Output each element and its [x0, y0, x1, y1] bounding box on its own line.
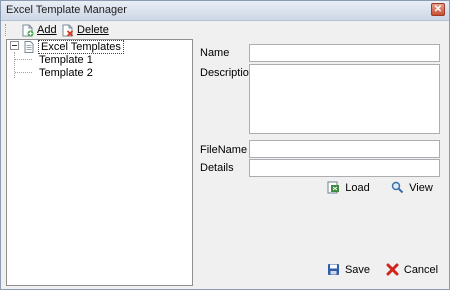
open-file-icon	[327, 181, 340, 194]
save-button[interactable]: Save	[319, 260, 378, 279]
name-field[interactable]	[249, 44, 440, 62]
tree-expander-collapse[interactable]	[10, 41, 19, 50]
filename-field[interactable]	[249, 140, 440, 158]
delete-label: Delete	[77, 24, 109, 36]
tree-root-label: Excel Templates	[38, 39, 124, 54]
floppy-disk-icon	[327, 263, 340, 276]
close-button[interactable]: ✕	[431, 3, 445, 16]
tree-connector	[15, 59, 32, 60]
tree-connector	[15, 72, 32, 73]
template-tree[interactable]: Excel Templates Template 1 Template 2	[6, 39, 193, 286]
toolbar: Add Delete	[1, 21, 449, 39]
filename-label: FileName	[200, 144, 248, 156]
description-field[interactable]	[249, 64, 440, 134]
window: Excel Template Manager ✕ Add Delete Exce…	[0, 0, 450, 290]
tree-item-label: Template 2	[39, 66, 93, 79]
tree-node-root[interactable]: Excel Templates	[23, 39, 124, 54]
view-label: View	[409, 181, 433, 194]
add-label: Add	[37, 24, 57, 36]
tree-node-template-2[interactable]: Template 2	[39, 66, 93, 79]
view-button[interactable]: View	[382, 178, 442, 197]
window-title: Excel Template Manager	[6, 4, 127, 16]
details-label: Details	[200, 162, 234, 174]
load-label: Load	[345, 181, 370, 194]
delete-button[interactable]: Delete	[61, 22, 109, 38]
delete-document-icon	[61, 24, 74, 37]
magnifier-icon	[391, 181, 404, 194]
tree-node-template-1[interactable]: Template 1	[39, 53, 93, 66]
title-bar[interactable]: Excel Template Manager ✕	[1, 1, 449, 21]
cancel-label: Cancel	[403, 263, 439, 276]
load-button[interactable]: Load	[319, 178, 378, 197]
add-document-icon	[21, 24, 34, 37]
red-x-icon	[386, 263, 399, 276]
close-icon: ✕	[433, 4, 443, 15]
description-label: Description	[200, 67, 256, 79]
name-label: Name	[200, 47, 230, 59]
tree-connector	[14, 52, 15, 78]
toolbar-grip[interactable]	[5, 24, 8, 36]
cancel-button[interactable]: Cancel	[382, 260, 442, 279]
save-label: Save	[344, 263, 371, 276]
add-button[interactable]: Add	[21, 22, 57, 38]
excel-file-icon	[23, 40, 35, 53]
details-field[interactable]	[249, 159, 440, 177]
tree-item-label: Template 1	[39, 53, 93, 66]
